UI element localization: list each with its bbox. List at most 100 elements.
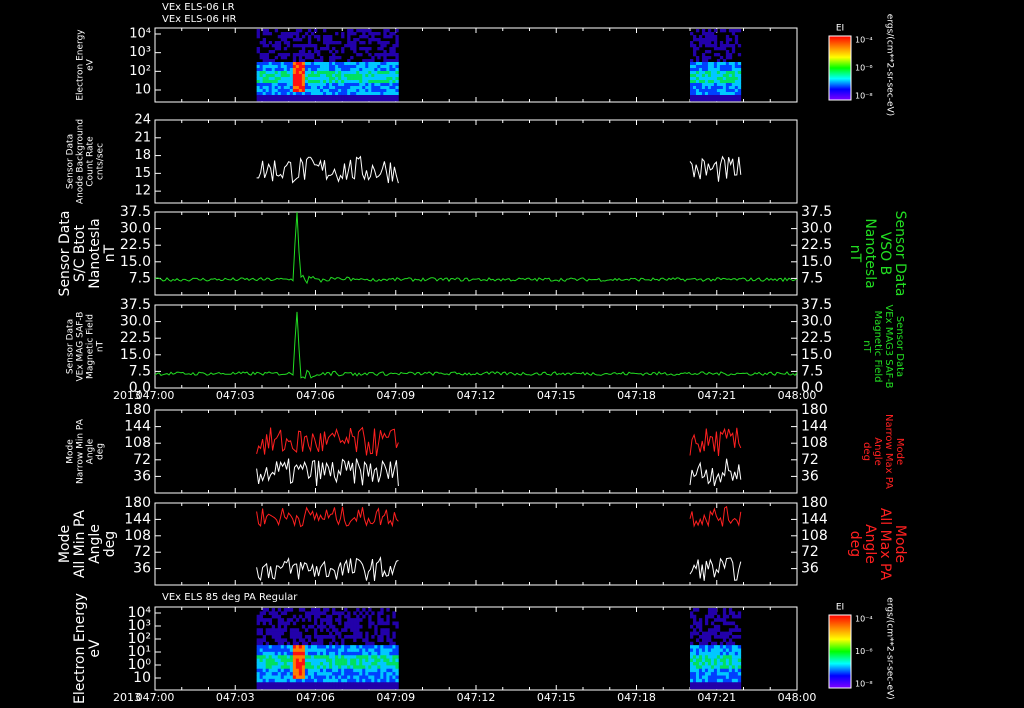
heatmap-cell	[295, 655, 300, 659]
heatmap-cell	[707, 628, 712, 632]
heatmap-cell	[286, 44, 291, 48]
heatmap-cell	[289, 682, 294, 686]
heatmap-cell	[722, 635, 727, 639]
heatmap-cell	[350, 74, 354, 78]
heatmap-cell	[268, 92, 273, 96]
heatmap-cell	[323, 62, 327, 66]
heatmap-cell	[380, 41, 384, 45]
heatmap-cell	[707, 611, 712, 616]
heatmap-cell	[316, 655, 321, 659]
heatmap-cell	[356, 655, 360, 659]
heatmap-cell	[307, 98, 312, 102]
heatmap-cell	[713, 62, 718, 66]
heatmap-cell	[256, 86, 260, 90]
heatmap-cell	[277, 618, 282, 622]
heatmap-cell	[332, 59, 336, 63]
heatmap-cell	[362, 77, 366, 81]
heatmap-cell	[265, 641, 270, 646]
heatmap-cell	[259, 86, 263, 90]
heatmap-cell	[265, 95, 270, 99]
heatmap-cell	[362, 47, 366, 51]
heatmap-cell	[392, 80, 396, 84]
heatmap-cell	[380, 621, 384, 626]
heatmap-cell	[323, 655, 327, 659]
time-axis-tick-label: 047:15	[537, 691, 576, 704]
heatmap-cell	[716, 59, 721, 63]
heatmap-cell	[380, 631, 384, 636]
heatmap-cell	[371, 92, 375, 96]
heatmap-cell	[698, 44, 703, 48]
heatmap-cell	[737, 65, 742, 69]
heatmap-cell	[377, 658, 381, 663]
heatmap-cell	[734, 685, 739, 690]
heatmap-cell	[319, 665, 324, 670]
heatmap-cell	[326, 672, 330, 676]
heatmap-cell	[335, 80, 339, 84]
heatmap-cell	[332, 47, 336, 51]
heatmap-cell	[280, 651, 285, 656]
heatmap-cell	[332, 624, 336, 629]
heatmap-cell	[362, 65, 366, 69]
heatmap-cell	[289, 35, 294, 39]
heatmap-cell	[713, 44, 718, 48]
heatmap-cell	[347, 682, 351, 686]
heatmap-cell	[395, 44, 399, 48]
heatmap-cell	[353, 44, 357, 48]
heatmap-cell	[350, 624, 354, 629]
y-axis-label-right: deg	[847, 531, 863, 557]
heatmap-cell	[310, 98, 315, 102]
heatmap-cell	[365, 74, 369, 78]
heatmap-cell	[338, 682, 342, 686]
heatmap-cell	[386, 59, 390, 63]
heatmap-cell	[283, 83, 288, 87]
heatmap-cell	[690, 71, 694, 75]
heatmap-cell	[722, 648, 727, 653]
heatmap-cell	[259, 77, 263, 81]
heatmap-cell	[332, 658, 336, 663]
heatmap-cell	[262, 665, 266, 670]
heatmap-cell	[326, 41, 330, 45]
heatmap-cell	[292, 71, 297, 75]
heatmap-cell	[690, 32, 694, 36]
time-axis-tick-label: 047:12	[457, 389, 496, 402]
heatmap-cell	[722, 678, 727, 683]
heatmap-cell	[319, 651, 324, 656]
heatmap-cell	[734, 648, 739, 653]
heatmap-cell	[283, 685, 288, 690]
heatmap-cell	[271, 92, 276, 96]
heatmap-cell	[316, 672, 321, 676]
heatmap-cell	[356, 678, 360, 683]
heatmap-cell	[295, 98, 300, 102]
heatmap-cell	[701, 41, 706, 45]
y-tick-label: 72	[133, 544, 151, 560]
heatmap-cell	[359, 95, 363, 99]
heatmap-cell	[725, 86, 730, 90]
heatmap-cell	[341, 50, 345, 54]
heatmap-cell	[316, 86, 321, 90]
heatmap-cell	[701, 645, 706, 649]
heatmap-cell	[304, 655, 309, 659]
heatmap-cell	[265, 662, 270, 666]
heatmap-cell	[350, 89, 354, 93]
heatmap-cell	[377, 662, 381, 666]
heatmap-cell	[704, 98, 709, 102]
heatmap-cell	[695, 29, 700, 33]
heatmap-cell	[362, 608, 366, 612]
heatmap-cell	[368, 74, 372, 78]
heatmap-cell	[719, 662, 724, 666]
heatmap-cell	[280, 641, 285, 646]
heatmap-cell	[304, 77, 309, 81]
heatmap-cell	[719, 618, 724, 622]
heatmap-cell	[265, 32, 270, 36]
heatmap-cell	[335, 685, 339, 690]
heatmap-cell	[380, 668, 384, 673]
heatmap-cell	[737, 80, 742, 84]
heatmap-cell	[289, 662, 294, 666]
colorbar-unit: ergs/(cm**2-sr-sec-eV)	[885, 597, 895, 699]
heatmap-cell	[386, 621, 390, 626]
heatmap-cell	[313, 618, 318, 622]
heatmap-cell	[356, 648, 360, 653]
heatmap-cell	[316, 638, 321, 643]
heatmap-cell	[286, 668, 291, 673]
heatmap-cell	[371, 678, 375, 683]
